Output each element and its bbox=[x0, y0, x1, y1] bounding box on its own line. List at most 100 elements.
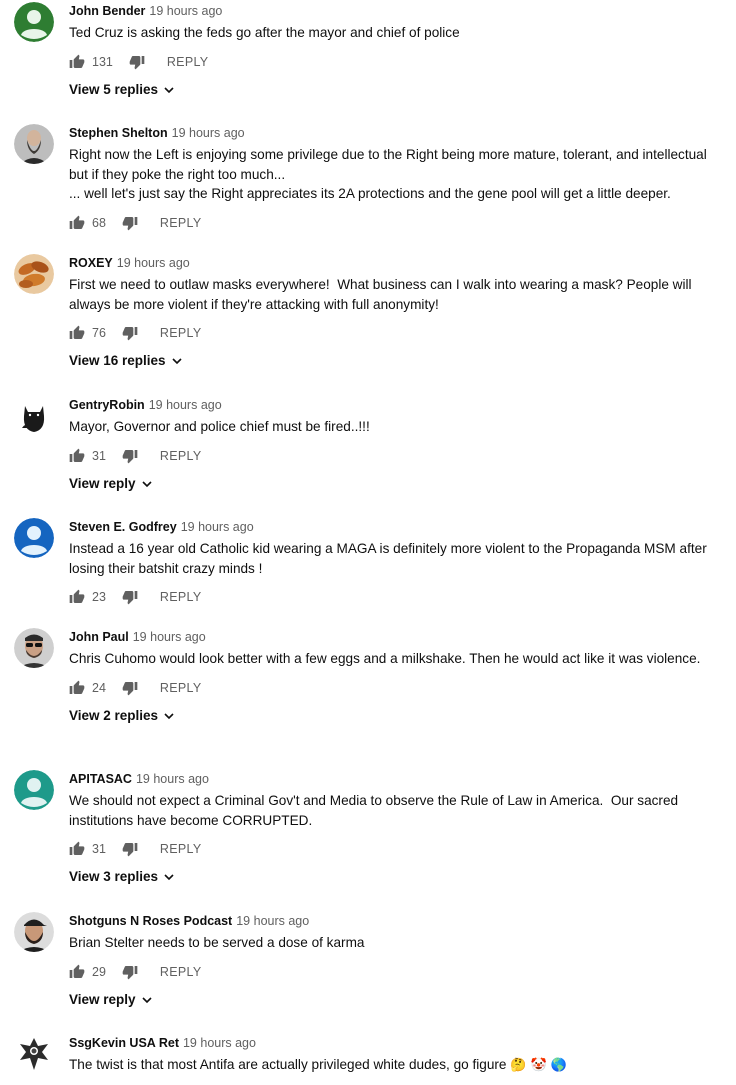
view-replies-button[interactable]: View 3 replies bbox=[69, 867, 175, 887]
avatar[interactable] bbox=[14, 254, 54, 294]
thumbs-down-icon[interactable] bbox=[129, 54, 145, 70]
comment-author[interactable]: GentryRobin bbox=[69, 398, 145, 412]
avatar[interactable] bbox=[14, 396, 54, 436]
thumbs-up-icon[interactable] bbox=[69, 964, 85, 980]
comment-author[interactable]: Shotguns N Roses Podcast bbox=[69, 914, 232, 928]
comment-text: We should not expect a Criminal Gov't an… bbox=[69, 793, 682, 828]
chevron-down-icon bbox=[171, 355, 183, 367]
comment-time[interactable]: 19 hours ago bbox=[236, 914, 309, 928]
comment-author[interactable]: ROXEY bbox=[69, 256, 113, 270]
comment-text: First we need to outlaw masks everywhere… bbox=[69, 277, 696, 312]
comment-author[interactable]: Steven E. Godfrey bbox=[69, 520, 177, 534]
thumbs-down-icon[interactable] bbox=[122, 680, 138, 696]
comment-toolbar: 31 REPLY bbox=[69, 446, 716, 466]
view-replies-label: View 16 replies bbox=[69, 353, 166, 368]
thumbs-up-icon[interactable] bbox=[69, 841, 85, 857]
view-replies-button[interactable]: View reply bbox=[69, 474, 153, 494]
view-replies-button[interactable]: View 16 replies bbox=[69, 351, 183, 371]
reply-button[interactable]: REPLY bbox=[160, 449, 202, 463]
thumbs-down-icon[interactable] bbox=[122, 841, 138, 857]
like-count: 31 bbox=[92, 842, 106, 856]
comment-time[interactable]: 19 hours ago bbox=[136, 772, 209, 786]
like-count: 24 bbox=[92, 680, 106, 695]
like-count: 23 bbox=[92, 590, 106, 604]
comment-text: Brian Stelter needs to be served a dose … bbox=[69, 935, 365, 950]
avatar[interactable] bbox=[14, 2, 54, 42]
man-sunglasses-photo-icon bbox=[14, 628, 54, 668]
view-replies-button[interactable]: View 5 replies bbox=[69, 80, 175, 100]
comment-toolbar: 24 REPLY bbox=[69, 678, 716, 698]
reply-button[interactable]: REPLY bbox=[160, 326, 202, 340]
comment-toolbar: 131 REPLY bbox=[69, 52, 716, 72]
view-replies-button[interactable]: View 2 replies bbox=[69, 706, 175, 726]
comment-time[interactable]: 19 hours ago bbox=[133, 630, 206, 644]
black-cat-icon bbox=[14, 396, 54, 436]
comment-text: Instead a 16 year old Catholic kid weari… bbox=[69, 541, 711, 576]
comment-time[interactable]: 19 hours ago bbox=[181, 520, 254, 534]
comment-toolbar: 76 REPLY bbox=[69, 323, 716, 343]
reply-button[interactable]: REPLY bbox=[160, 965, 202, 979]
comment-author[interactable]: APITASAC bbox=[69, 772, 132, 786]
thumbs-down-icon[interactable] bbox=[122, 325, 138, 341]
comment-toolbar: 23 REPLY bbox=[69, 587, 716, 607]
comment-text-content: The twist is that most Antifa are actual… bbox=[69, 1057, 507, 1072]
comment-time[interactable]: 19 hours ago bbox=[172, 126, 245, 140]
eagle-emblem-icon bbox=[14, 1034, 54, 1074]
view-replies-label: View 2 replies bbox=[69, 707, 159, 723]
comment-time[interactable]: 19 hours ago bbox=[149, 4, 222, 18]
thumbs-up-icon[interactable] bbox=[69, 680, 85, 696]
avatar[interactable] bbox=[14, 628, 54, 668]
food-photo-icon bbox=[14, 254, 54, 294]
thumbs-down-icon[interactable] bbox=[122, 589, 138, 605]
reply-button[interactable]: REPLY bbox=[167, 55, 209, 69]
comment-toolbar: 68 REPLY bbox=[69, 213, 716, 233]
comment-author[interactable]: John Paul bbox=[69, 630, 129, 644]
like-count: 68 bbox=[92, 215, 106, 230]
avatar[interactable] bbox=[14, 770, 54, 810]
view-replies-label: View reply bbox=[69, 991, 136, 1007]
view-replies-button[interactable]: View reply bbox=[69, 990, 153, 1010]
comment-author[interactable]: Stephen Shelton bbox=[69, 126, 168, 140]
thumbs-up-icon[interactable] bbox=[69, 448, 85, 464]
comment-text: Ted Cruz is asking the feds go after the… bbox=[69, 25, 460, 40]
view-replies-label: View reply bbox=[69, 475, 136, 491]
comment-time[interactable]: 19 hours ago bbox=[183, 1036, 256, 1050]
person-placeholder-icon bbox=[14, 518, 54, 558]
comment-author[interactable]: SsgKevin USA Ret bbox=[69, 1036, 179, 1050]
like-count: 29 bbox=[92, 964, 106, 979]
chevron-down-icon bbox=[141, 478, 153, 490]
thumbs-down-icon[interactable] bbox=[122, 964, 138, 980]
person-placeholder-icon bbox=[14, 2, 54, 42]
avatar[interactable] bbox=[14, 518, 54, 558]
comment-toolbar: 31 REPLY bbox=[69, 839, 716, 859]
comment-emoji: 🤔 🤡 🌎 bbox=[510, 1058, 568, 1073]
like-count: 76 bbox=[92, 326, 106, 340]
comment-author[interactable]: John Bender bbox=[69, 4, 145, 18]
thumbs-up-icon[interactable] bbox=[69, 589, 85, 605]
like-count: 131 bbox=[92, 54, 113, 69]
comment-text: Chris Cuhomo would look better with a fe… bbox=[69, 651, 701, 666]
comments-section: John Bender 19 hours ago Ted Cruz is aski… bbox=[0, 0, 736, 1085]
person-placeholder-icon bbox=[14, 770, 54, 810]
comment-time[interactable]: 19 hours ago bbox=[149, 398, 222, 412]
thumbs-down-icon[interactable] bbox=[122, 215, 138, 231]
avatar[interactable] bbox=[14, 912, 54, 952]
reply-button[interactable]: REPLY bbox=[160, 681, 202, 695]
thumbs-up-icon[interactable] bbox=[69, 325, 85, 341]
comment-time[interactable]: 19 hours ago bbox=[117, 256, 190, 270]
avatar[interactable] bbox=[14, 1034, 54, 1074]
thumbs-up-icon[interactable] bbox=[69, 215, 85, 231]
thumbs-down-icon[interactable] bbox=[122, 448, 138, 464]
comment-toolbar: 29 REPLY bbox=[69, 962, 716, 982]
chevron-down-icon bbox=[141, 994, 153, 1006]
comment-text: Mayor, Governor and police chief must be… bbox=[69, 419, 370, 434]
bearded-man-photo-icon bbox=[14, 124, 54, 164]
avatar[interactable] bbox=[14, 124, 54, 164]
bearded-man-cap-photo-icon bbox=[14, 912, 54, 952]
reply-button[interactable]: REPLY bbox=[160, 216, 202, 230]
reply-button[interactable]: REPLY bbox=[160, 842, 202, 856]
chevron-down-icon bbox=[163, 84, 175, 96]
reply-button[interactable]: REPLY bbox=[160, 590, 202, 604]
thumbs-up-icon[interactable] bbox=[69, 54, 85, 70]
chevron-down-icon bbox=[163, 871, 175, 883]
